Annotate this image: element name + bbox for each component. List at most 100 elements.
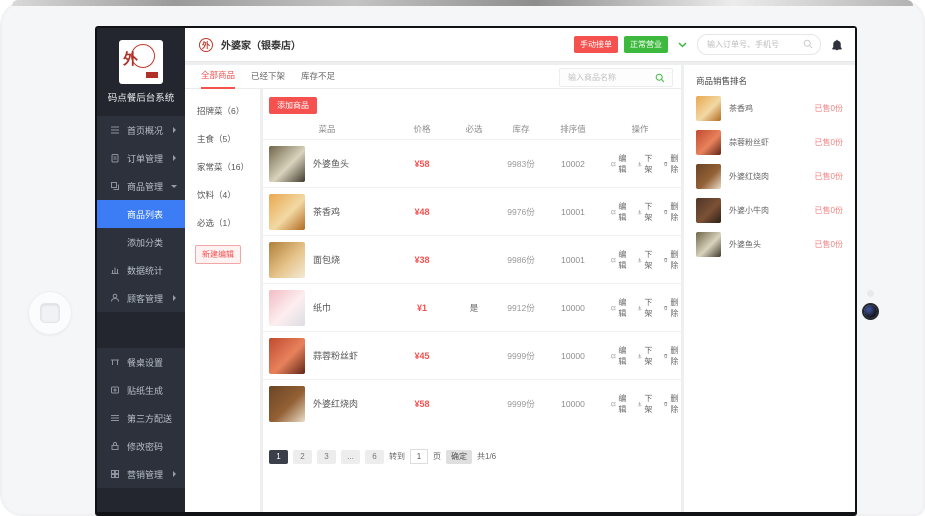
dish-name: 纸巾 <box>313 301 331 314</box>
manual-order-button[interactable]: 手动接单 <box>574 36 618 53</box>
tab-off-shelf[interactable]: 已经下架 <box>251 65 285 88</box>
page-button-1[interactable]: 1 <box>269 450 288 464</box>
chevron-right-icon <box>173 155 176 161</box>
stats-icon <box>110 265 120 275</box>
ranking-sold: 已售0份 <box>815 171 843 182</box>
product-table-panel: 添加商品 菜品 价格 必选 库存 排序值 操作 外婆鱼头 ¥58 9983份 1… <box>263 89 681 512</box>
dish-price: ¥58 <box>391 159 453 169</box>
sidebar-item-table-settings[interactable]: 餐桌设置 <box>97 348 185 376</box>
chevron-down-icon <box>171 185 177 188</box>
sidebar-item-change-password[interactable]: 修改密码 <box>97 432 185 460</box>
ranking-item: 蒜蓉粉丝虾 已售0份 <box>684 125 855 159</box>
table-row: 面包烧 ¥38 9986份 10001 编辑 下架 删除 <box>263 235 681 283</box>
off-shelf-button[interactable]: 下架 <box>637 153 655 175</box>
product-search-input[interactable] <box>560 72 654 83</box>
dish-stock: 9999份 <box>495 398 547 410</box>
category-staple-food[interactable]: 主食（5） <box>185 125 260 153</box>
product-search-icon[interactable] <box>655 73 665 83</box>
customer-icon <box>110 293 120 303</box>
off-shelf-button[interactable]: 下架 <box>637 249 655 271</box>
logo-stamp <box>146 72 158 78</box>
page-button-6[interactable]: 6 <box>365 450 384 464</box>
edit-button[interactable]: 编辑 <box>611 201 629 223</box>
category-panel: 招牌菜（6） 主食（5） 家常菜（16） 饮料（4） 必选（1） 新建编辑 <box>185 89 260 512</box>
sidebar-item-marketing-management[interactable]: 营销管理 <box>97 460 185 488</box>
sidebar-item-home-overview[interactable]: 首页概况 <box>97 116 185 144</box>
sidebar: 外 码点餐后台系统 首页概况 订单管理 商品管理 商品列表 添加分类 <box>97 28 185 512</box>
edit-button[interactable]: 编辑 <box>611 153 629 175</box>
page-total: 共1/6 <box>477 451 496 462</box>
dish-name: 茶香鸡 <box>313 205 340 218</box>
edit-button[interactable]: 编辑 <box>611 297 629 319</box>
delete-button[interactable]: 删除 <box>663 345 681 367</box>
table-row: 茶香鸡 ¥48 9976份 10001 编辑 下架 删除 <box>263 187 681 235</box>
sidebar-item-third-party-delivery[interactable]: 第三方配送 <box>97 404 185 432</box>
table-row: 外婆鱼头 ¥58 9983份 10002 编辑 下架 删除 <box>263 139 681 187</box>
ranking-name: 蒜蓉粉丝虾 <box>729 137 815 148</box>
off-shelf-button[interactable]: 下架 <box>637 345 655 367</box>
app-logo: 外 <box>119 40 163 84</box>
search-icon[interactable] <box>803 39 813 49</box>
ranking-sold: 已售0份 <box>815 205 843 216</box>
dish-stock: 9986份 <box>495 254 547 266</box>
delete-button[interactable]: 删除 <box>663 297 681 319</box>
delete-button[interactable]: 删除 <box>663 201 681 223</box>
category-required[interactable]: 必选（1） <box>185 209 260 237</box>
light-sensor <box>867 290 874 297</box>
off-shelf-button[interactable]: 下架 <box>637 201 655 223</box>
page-unit-label: 页 <box>433 451 441 462</box>
ranking-item: 茶香鸡 已售0份 <box>684 91 855 125</box>
dish-photo <box>269 386 305 422</box>
edit-button[interactable]: 编辑 <box>611 345 629 367</box>
page-button-3[interactable]: 3 <box>317 450 336 464</box>
category-signature-dishes[interactable]: 招牌菜（6） <box>185 97 260 125</box>
new-edit-button[interactable]: 新建编辑 <box>195 245 241 264</box>
sidebar-item-product-management[interactable]: 商品管理 <box>97 172 185 200</box>
sticker-icon <box>110 385 120 395</box>
sidebar-item-sticker-generation[interactable]: 贴纸生成 <box>97 376 185 404</box>
sidebar-item-order-management[interactable]: 订单管理 <box>97 144 185 172</box>
dish-sort-value: 10001 <box>547 255 599 265</box>
sidebar-menu-secondary: 餐桌设置 贴纸生成 第三方配送 修改密码 营销管理 <box>97 348 185 488</box>
edit-button[interactable]: 编辑 <box>611 393 629 415</box>
dish-sort-value: 10000 <box>547 303 599 313</box>
dish-sort-value: 10000 <box>547 399 599 409</box>
ranking-sold: 已售0份 <box>815 137 843 148</box>
status-chevron-down-icon[interactable] <box>678 42 687 48</box>
order-search-input[interactable] <box>698 40 799 49</box>
sidebar-item-customer-management[interactable]: 顾客管理 <box>97 284 185 312</box>
table-row: 纸巾 ¥1 是 9912份 10000 编辑 下架 删除 <box>263 283 681 331</box>
delete-button[interactable]: 删除 <box>663 249 681 271</box>
ranking-item: 外婆红烧肉 已售0份 <box>684 159 855 193</box>
dish-name: 面包烧 <box>313 253 340 266</box>
delete-button[interactable]: 删除 <box>663 153 681 175</box>
sidebar-item-add-category[interactable]: 添加分类 <box>97 228 185 256</box>
notification-bell-icon[interactable] <box>831 39 843 51</box>
category-drinks[interactable]: 饮料（4） <box>185 181 260 209</box>
off-shelf-button[interactable]: 下架 <box>637 393 655 415</box>
off-shelf-button[interactable]: 下架 <box>637 297 655 319</box>
home-button[interactable] <box>28 291 72 335</box>
confirm-page-button[interactable]: 确定 <box>446 450 472 464</box>
sidebar-item-data-statistics[interactable]: 数据统计 <box>97 256 185 284</box>
dish-photo <box>269 194 305 230</box>
page-button-2[interactable]: 2 <box>293 450 312 464</box>
ranking-name: 外婆小牛肉 <box>729 205 815 216</box>
edit-button[interactable]: 编辑 <box>611 249 629 271</box>
tab-low-stock[interactable]: 库存不足 <box>301 65 335 88</box>
ranking-title: 商品销售排名 <box>684 65 855 91</box>
category-home-dishes[interactable]: 家常菜（16） <box>185 153 260 181</box>
ranking-sold: 已售0份 <box>815 103 843 114</box>
sidebar-item-product-list[interactable]: 商品列表 <box>97 200 185 228</box>
goto-page-input[interactable] <box>410 449 428 464</box>
tab-all-products[interactable]: 全部商品 <box>201 64 235 89</box>
lock-icon <box>110 441 120 451</box>
delete-button[interactable]: 删除 <box>663 393 681 415</box>
business-status-button[interactable]: 正常营业 <box>624 36 668 53</box>
table-icon <box>110 357 120 367</box>
chevron-right-icon <box>173 127 176 133</box>
topbar: 外 外婆家（银泰店） 手动接单 正常营业 <box>185 28 855 62</box>
add-product-button[interactable]: 添加商品 <box>269 97 317 114</box>
dish-price: ¥58 <box>391 399 453 409</box>
dish-stock: 9912份 <box>495 302 547 314</box>
